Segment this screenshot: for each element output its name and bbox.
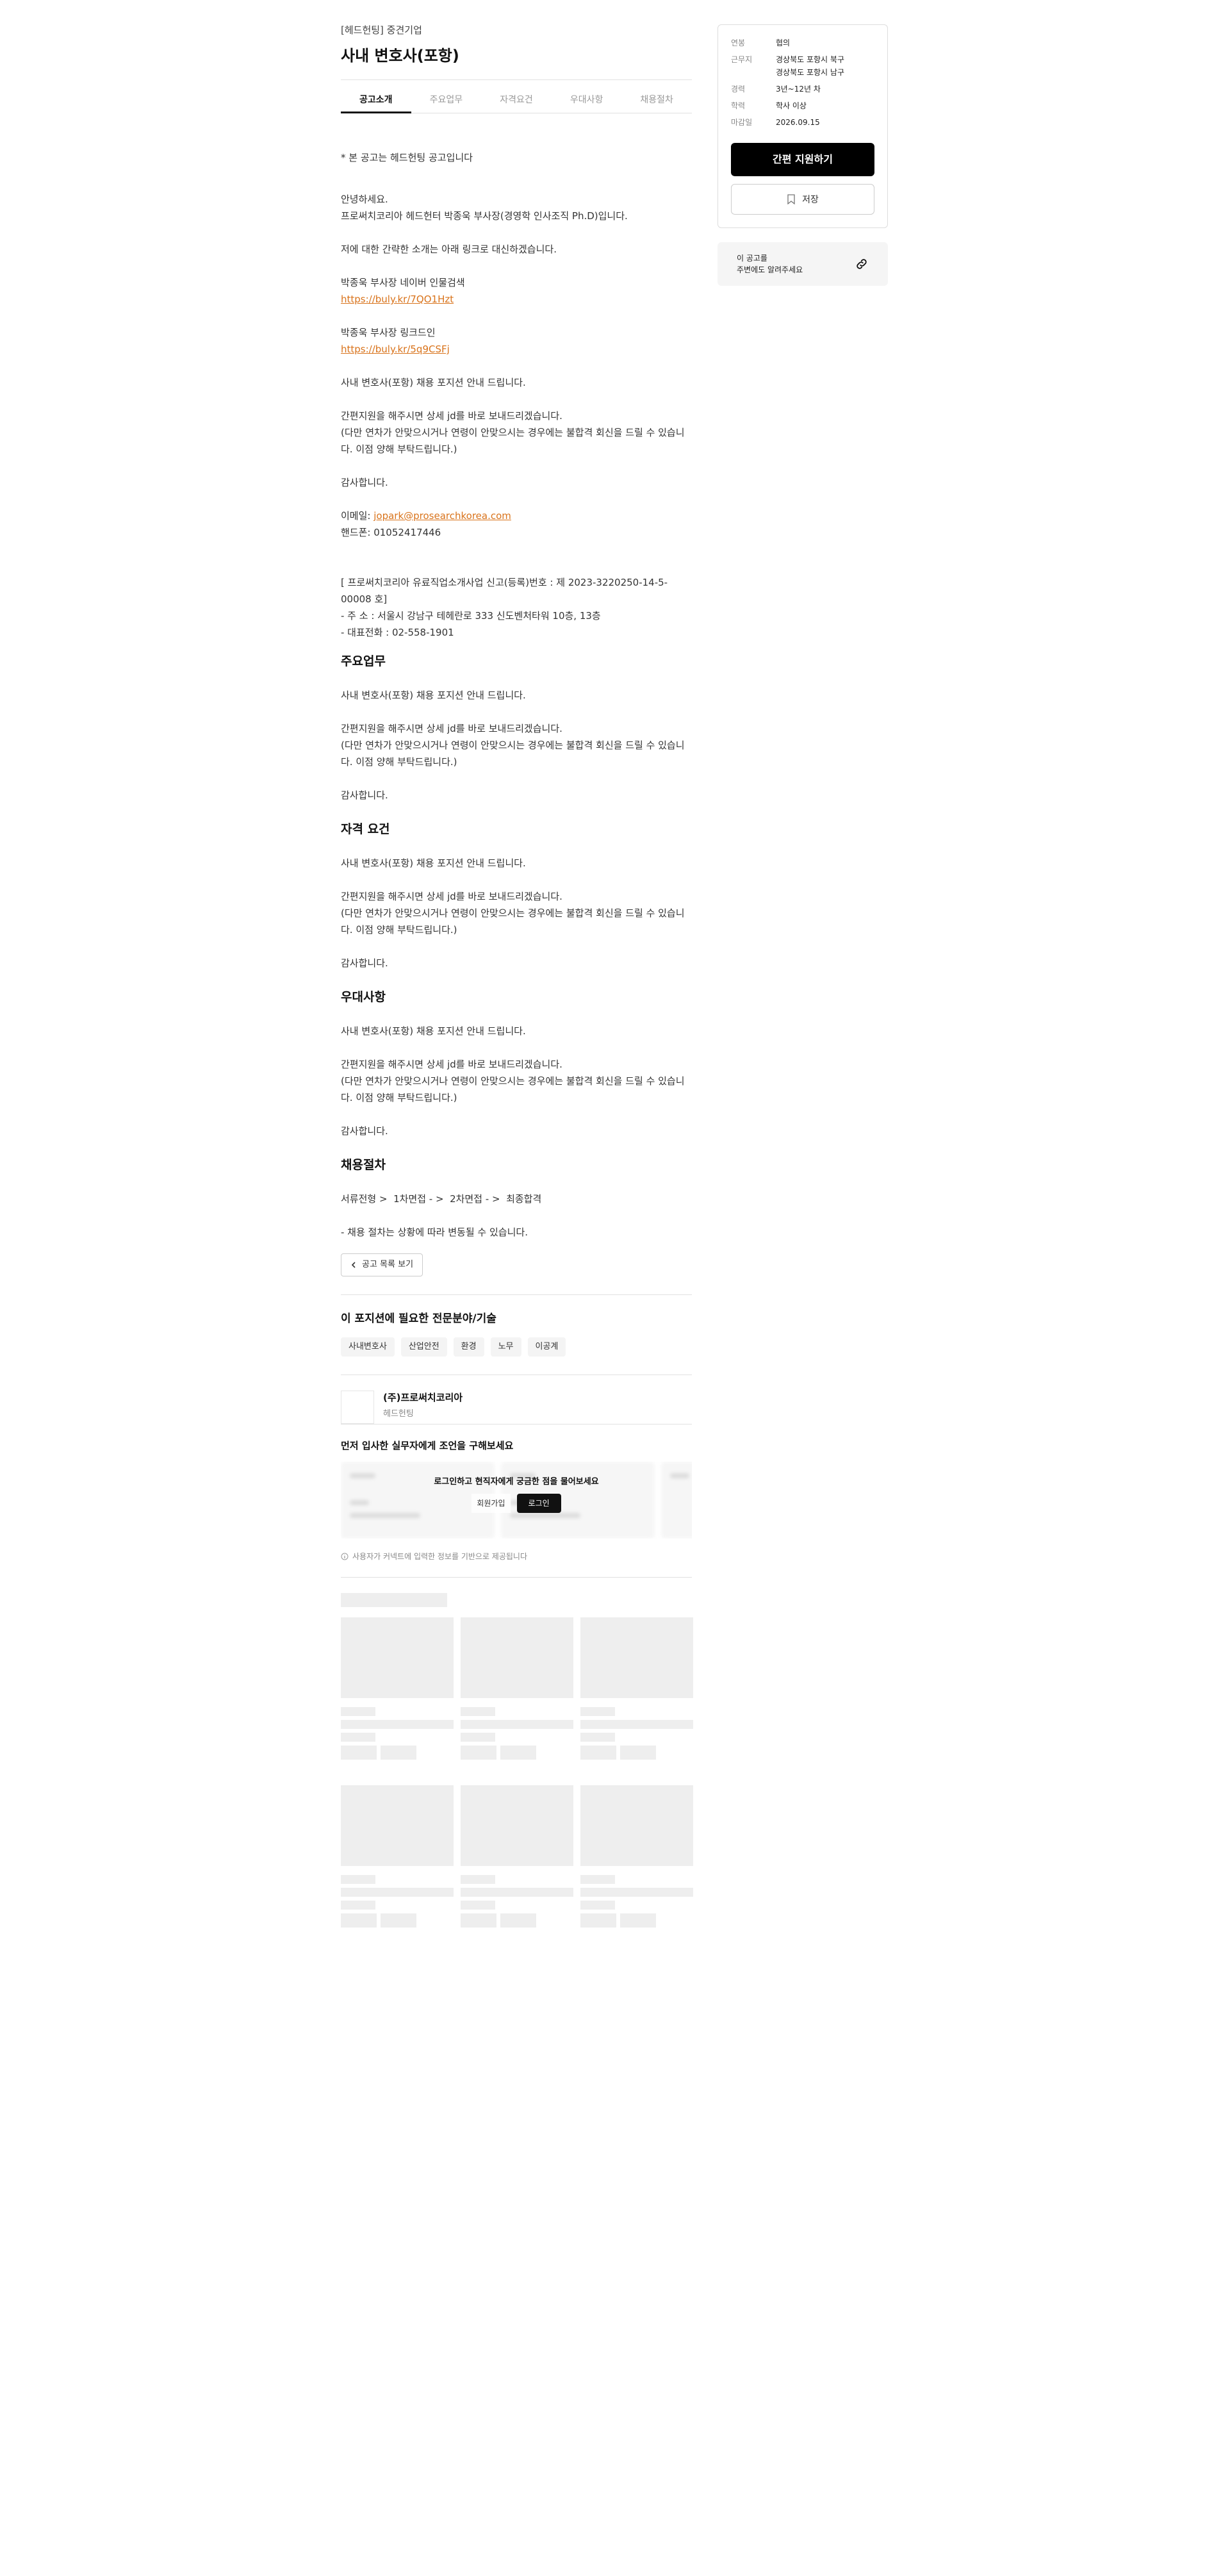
headhunting-notice: * 본 공고는 헤드헌팅 공고입니다 [341, 152, 473, 163]
request-text: 간편지원을 해주시면 상세 jd를 바로 보내드리겠습니다. (다만 연차가 안… [341, 410, 685, 455]
duties-line2: 간편지원을 해주시면 상세 jd를 바로 보내드리겠습니다. (다만 연차가 안… [341, 723, 685, 768]
info-row-education: 학력 학사 이상 [731, 101, 807, 110]
section-title-process: 채용절차 [341, 1158, 386, 1172]
skills-title: 이 포지션에 필요한 전문분야/기술 [341, 1312, 496, 1325]
company-card[interactable]: (주)프로써치코리아 헤드헌팅 [341, 1391, 692, 1424]
skill-chip[interactable]: 사내변호사 [341, 1337, 395, 1357]
skeleton-card [461, 1785, 573, 1953]
duties-line3: 감사합니다. [341, 789, 388, 801]
advice-note: 사용자가 커넥트에 입력한 정보를 기반으로 제공됩니다 [341, 1550, 692, 1563]
back-to-list-button[interactable]: 공고 목록 보기 [341, 1253, 423, 1276]
skeleton-card [461, 1617, 573, 1785]
company-type: 헤드헌팅 [383, 1409, 414, 1419]
linkedin-profile-link[interactable]: https://buly.kr/5q9CSFj [341, 343, 450, 355]
job-summary-card: 연봉 협의 근무지 경상북도 포항시 북구 경상북도 포항시 남구 경력 3년~12년… [718, 24, 888, 228]
skills-chips: 사내변호사 산업안전 환경 노무 이공계 [341, 1337, 692, 1357]
process-steps: 서류전형 > 1차면접 - > 2차면접 - > 최종합격 [341, 1193, 542, 1205]
duties-line1: 사내 변호사(포항) 채용 포지션 안내 드립니다. [341, 689, 526, 701]
quick-apply-button[interactable]: 간편 지원하기 [731, 143, 874, 176]
skeleton-card [341, 1617, 454, 1785]
skeleton-card [580, 1785, 693, 1953]
phone-text: 핸드폰: 01052417446 [341, 527, 441, 538]
save-button[interactable]: 저장 [731, 184, 874, 215]
tab-preferred[interactable]: 우대사항 [552, 93, 622, 113]
skeleton-title [341, 1593, 447, 1607]
chevron-left-icon [351, 1262, 356, 1268]
preferred-line3: 감사합니다. [341, 1125, 388, 1137]
info-row-location: 근무지 경상북도 포항시 북구 경상북도 포항시 남구 [731, 55, 844, 77]
requirements-line2: 간편지원을 해주시면 상세 jd를 바로 보내드리겠습니다. (다만 연차가 안… [341, 891, 685, 936]
divider [341, 1577, 692, 1578]
tab-duties[interactable]: 주요업무 [411, 93, 482, 113]
section-title-preferred: 우대사항 [341, 990, 386, 1004]
job-sidebar: 연봉 협의 근무지 경상북도 포항시 북구 경상북도 포항시 남구 경력 3년~12년… [718, 24, 888, 286]
tab-process[interactable]: 채용절차 [621, 93, 692, 113]
divider [341, 79, 692, 80]
greeting-text: 안녕하세요. 프로써치코리아 헤드헌터 박종욱 부사장(경영학 인사조직 Ph.… [341, 194, 628, 222]
registration-text: [ 프로써치코리아 유료직업소개사업 신고(등록)번호 : 제 2023-322… [341, 577, 668, 638]
skill-chip[interactable]: 이공계 [527, 1337, 566, 1357]
skill-chip[interactable]: 산업안전 [400, 1337, 447, 1357]
divider [341, 1294, 692, 1295]
advice-title: 먼저 입사한 실무자에게 조언을 구해보세요 [341, 1440, 514, 1451]
save-label: 저장 [802, 195, 819, 205]
share-box: 이 공고를 주변에도 알려주세요 [718, 242, 888, 286]
skill-chip[interactable]: 환경 [453, 1337, 484, 1357]
linkedin-label: 박종욱 부사장 링크드인 [341, 327, 436, 338]
email-link[interactable]: jopark@prosearchkorea.com [373, 510, 511, 522]
thanks-text: 감사합니다. [341, 477, 388, 488]
back-to-list-label: 공고 목록 보기 [362, 1260, 414, 1269]
skeleton-card [580, 1617, 693, 1785]
skill-chip[interactable]: 노무 [490, 1337, 521, 1357]
section-title-duties: 주요업무 [341, 654, 386, 668]
email-label: 이메일: [341, 510, 374, 522]
share-text: 이 공고를 주변에도 알려주세요 [737, 254, 803, 274]
company-name[interactable]: (주)프로써치코리아 [383, 1391, 463, 1405]
tab-intro[interactable]: 공고소개 [341, 93, 411, 113]
company-logo [341, 1391, 374, 1424]
link-icon[interactable] [855, 257, 869, 271]
process-note: - 채용 절차는 상황에 따라 변동될 수 있습니다. [341, 1226, 528, 1238]
skeleton-card [341, 1785, 454, 1953]
email-line: 이메일: jopark@prosearchkorea.com [341, 508, 692, 524]
intro-text: 저에 대한 간략한 소개는 아래 링크로 대신하겠습니다. [341, 244, 557, 255]
login-prompt: 로그인하고 현직자에게 궁금한 점을 물어보세요 회원가입 로그인 [341, 1476, 692, 1513]
advice-note-text: 사용자가 커넥트에 입력한 정보를 기반으로 제공됩니다 [352, 1552, 527, 1561]
company-line: [헤드헌팅] 중견기업 [341, 24, 422, 36]
page-title: 사내 변호사(포항) [341, 47, 459, 65]
tab-requirements[interactable]: 자격요건 [481, 93, 552, 113]
bookmark-icon [787, 194, 795, 204]
section-title-requirements: 자격 요건 [341, 822, 390, 836]
info-icon [341, 1553, 348, 1560]
info-row-deadline: 마감일 2026.09.15 [731, 118, 820, 127]
naver-label: 박종욱 부사장 네이버 인물검색 [341, 277, 465, 288]
info-row-salary: 연봉 협의 [731, 38, 791, 47]
signup-button[interactable]: 회원가입 [472, 1494, 511, 1513]
requirements-line1: 사내 변호사(포항) 채용 포지션 안내 드립니다. [341, 857, 526, 869]
skeleton-grid [341, 1617, 693, 1953]
login-button[interactable]: 로그인 [516, 1494, 561, 1513]
job-description: * 본 공고는 헤드헌팅 공고입니다 안녕하세요. 프로써치코리아 헤드헌터 박… [341, 149, 692, 1276]
naver-profile-link[interactable]: https://buly.kr/7QO1Hzt [341, 293, 454, 305]
login-prompt-text: 로그인하고 현직자에게 궁금한 점을 물어보세요 [434, 1477, 599, 1487]
preferred-line2: 간편지원을 해주시면 상세 jd를 바로 보내드리겠습니다. (다만 연차가 안… [341, 1059, 685, 1103]
requirements-line3: 감사합니다. [341, 957, 388, 969]
advice-preview: 로그인하고 현직자에게 궁금한 점을 물어보세요 회원가입 로그인 [341, 1462, 692, 1539]
info-row-experience: 경력 3년~12년 차 [731, 85, 821, 94]
position-text: 사내 변호사(포항) 채용 포지션 안내 드립니다. [341, 377, 526, 388]
tab-bar: 공고소개 주요업무 자격요건 우대사항 채용절차 [341, 93, 692, 113]
preferred-line1: 사내 변호사(포항) 채용 포지션 안내 드립니다. [341, 1025, 526, 1037]
job-detail-main: [헤드헌팅] 중견기업 사내 변호사(포항) 공고소개 주요업무 자격요건 우대… [341, 23, 693, 1953]
